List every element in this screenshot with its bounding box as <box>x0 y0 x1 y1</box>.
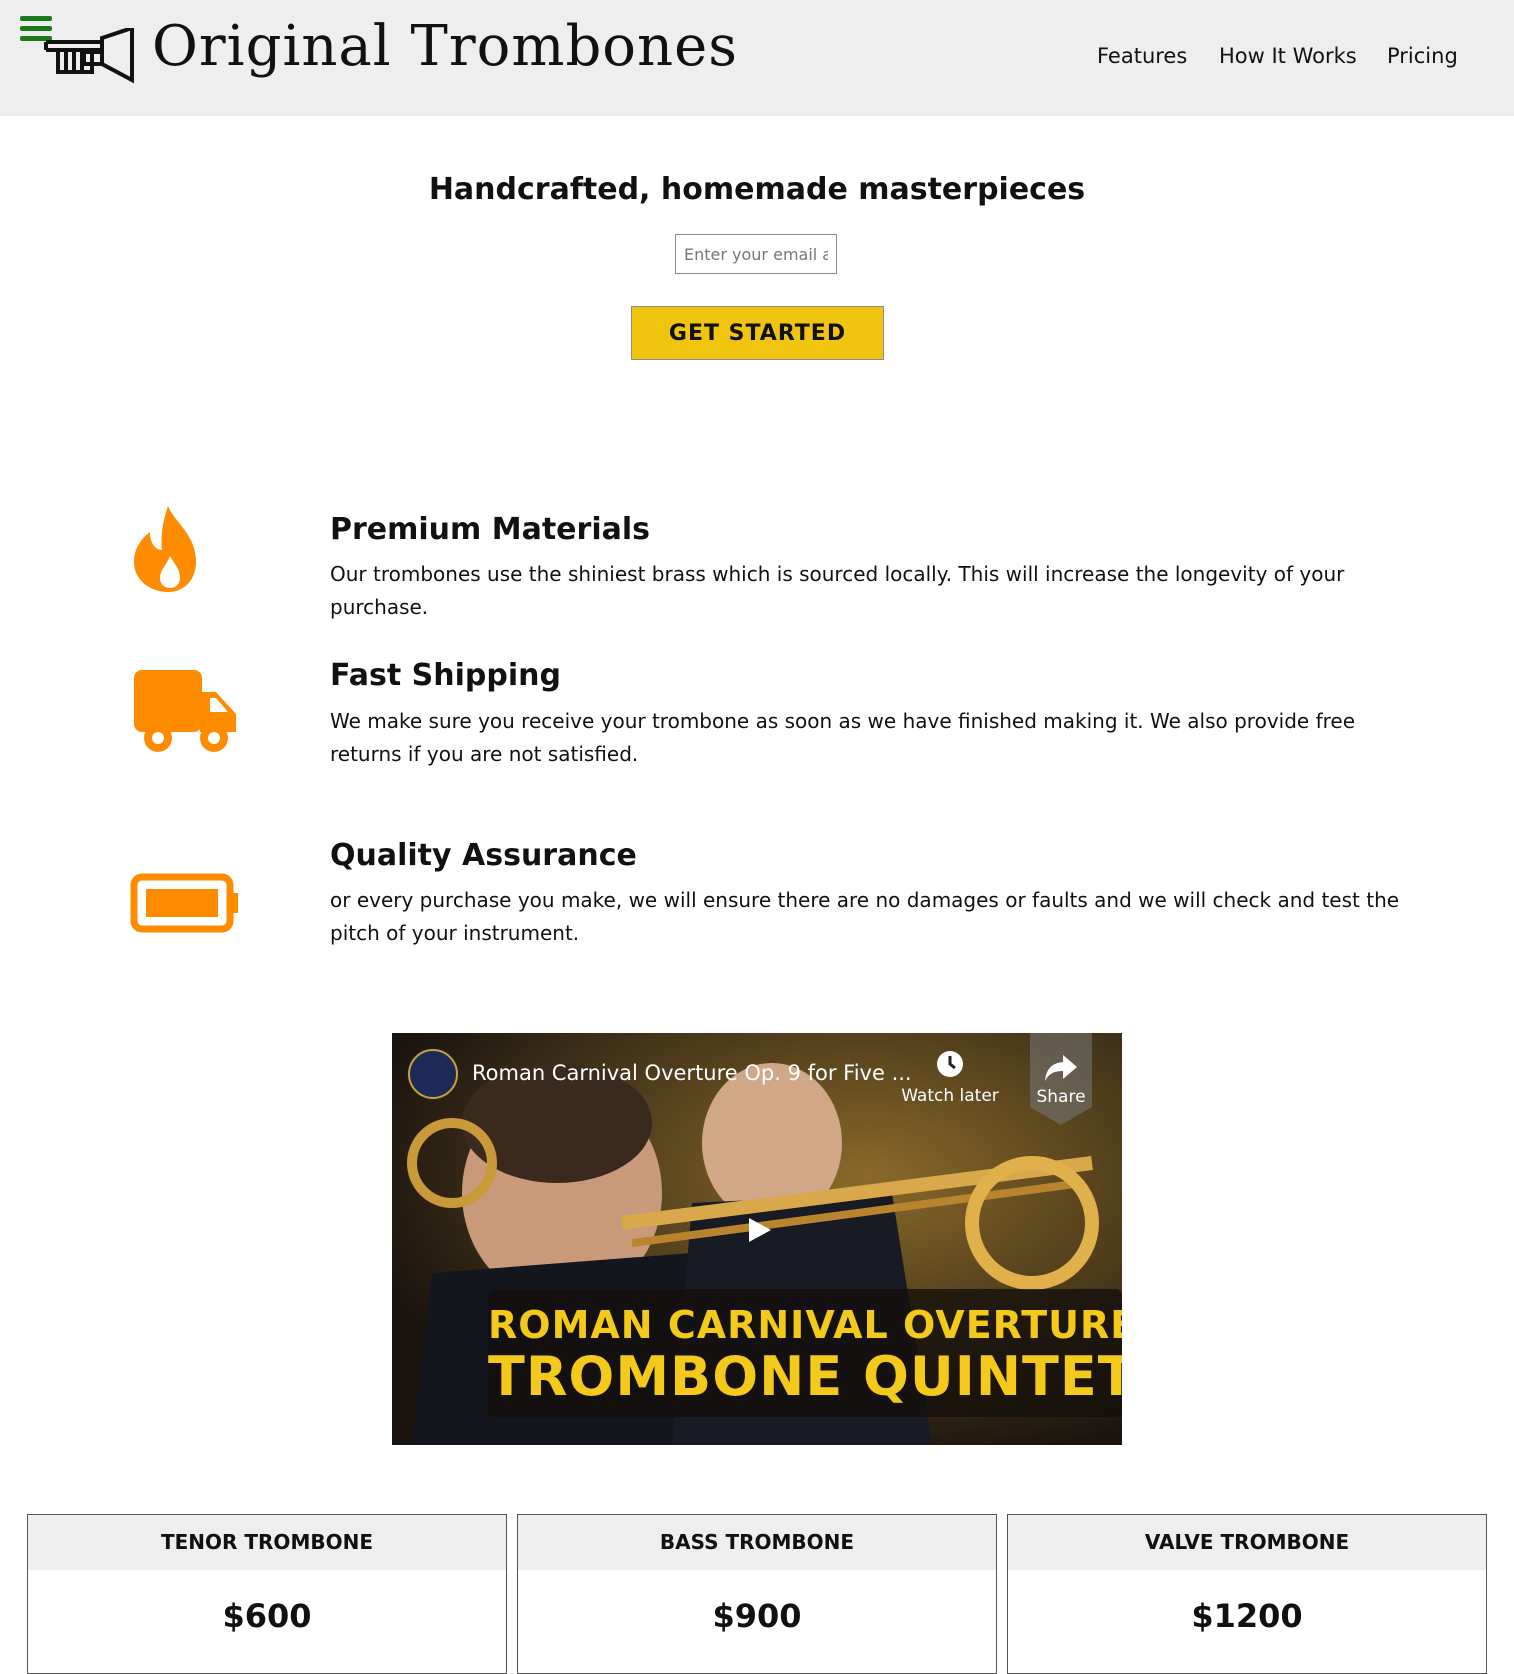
feature-title-fast-shipping: Fast Shipping <box>330 658 561 693</box>
video-title-banner: ROMAN CARNIVAL OVERTURE TROMBONE QUINTET <box>488 1289 1122 1417</box>
banner-line-2: TROMBONE QUINTET <box>488 1345 1122 1408</box>
pricing-card-valve[interactable]: VALVE TROMBONE $1200 <box>1007 1514 1487 1674</box>
get-started-button[interactable]: GET STARTED <box>631 306 884 360</box>
channel-avatar[interactable] <box>408 1049 458 1099</box>
pricing-card-price: $600 <box>222 1597 312 1635</box>
pricing-card-bass[interactable]: BASS TROMBONE $900 <box>517 1514 997 1674</box>
site-header: Original Trombones Features How It Works… <box>0 0 1514 116</box>
feature-title-premium-materials: Premium Materials <box>330 512 650 547</box>
truck-icon <box>134 670 236 752</box>
feature-text-quality-assurance: or every purchase you make, we will ensu… <box>330 888 1400 945</box>
share-button[interactable]: Share <box>1030 1033 1092 1125</box>
nav-features[interactable]: Features <box>1097 44 1187 74</box>
watch-later-button[interactable]: Watch later <box>900 1049 1000 1129</box>
nav-pricing[interactable]: Pricing <box>1387 44 1458 74</box>
banner-line-1: ROMAN CARNIVAL OVERTURE <box>488 1303 1122 1347</box>
nav-how-it-works[interactable]: How It Works <box>1219 44 1357 74</box>
feature-text-premium-materials: Our trombones use the shiniest brass whi… <box>330 562 1345 619</box>
share-label: Share <box>1036 1087 1086 1107</box>
clock-icon <box>937 1051 963 1077</box>
pricing-card-title: BASS TROMBONE <box>518 1515 996 1570</box>
feature-title-quality-assurance: Quality Assurance <box>330 838 637 873</box>
fire-icon <box>134 506 196 592</box>
feature-text-fast-shipping: We make sure you receive your trombone a… <box>330 709 1355 766</box>
email-input[interactable] <box>675 234 837 274</box>
pricing-card-title: VALVE TROMBONE <box>1008 1515 1486 1570</box>
battery-icon <box>130 873 238 933</box>
play-button-icon[interactable] <box>727 1208 787 1252</box>
share-arrow-icon <box>1045 1055 1077 1081</box>
pricing-card-tenor[interactable]: TENOR TROMBONE $600 <box>27 1514 507 1674</box>
pricing-card-title: TENOR TROMBONE <box>28 1515 506 1570</box>
trumpet-logo-icon <box>44 28 134 84</box>
video-title[interactable]: Roman Carnival Overture Op. 9 for Five .… <box>472 1061 912 1085</box>
watch-later-label: Watch later <box>901 1086 999 1106</box>
brand-name[interactable]: Original Trombones <box>152 14 738 79</box>
hero-title: Handcrafted, homemade masterpieces <box>428 172 1086 207</box>
pricing-card-price: $1200 <box>1191 1597 1303 1635</box>
pricing-card-price: $900 <box>712 1597 802 1635</box>
video-player[interactable]: Roman Carnival Overture Op. 9 for Five .… <box>392 1033 1122 1445</box>
